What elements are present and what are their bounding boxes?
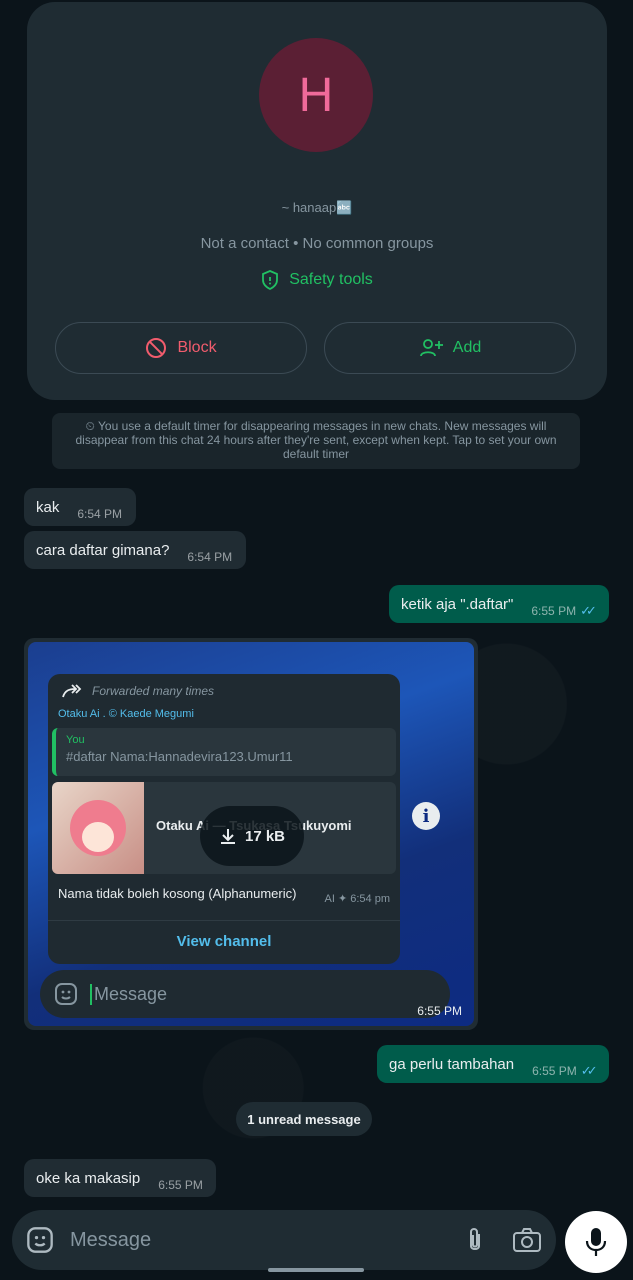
message-time: 6:55 PM xyxy=(158,1178,203,1192)
quoted-message: You #daftar Nama:Hannadevira123.Umur11 xyxy=(52,728,396,776)
quote-author: You xyxy=(66,734,85,746)
screenshot-image[interactable]: Forwarded many times Otaku Ai . © Kaede … xyxy=(28,642,474,1026)
message-text: oke ka makasip xyxy=(36,1169,141,1187)
add-label: Add xyxy=(452,339,482,356)
contact-subtitle: Not a contact • No common groups xyxy=(200,235,434,252)
contact-info-card: H ~ hanaap🔤 Not a contact • No common gr… xyxy=(27,2,607,400)
camera-icon[interactable] xyxy=(512,1227,542,1253)
message-time: 6:55 PM xyxy=(531,604,577,618)
message-text: ga perlu tambahan xyxy=(389,1055,515,1073)
download-button: 17 kB xyxy=(200,806,304,866)
forwarded-text: Forwarded many times xyxy=(92,684,215,698)
screenshot-input-placeholder: Message xyxy=(90,983,167,1005)
home-indicator xyxy=(268,1268,364,1272)
attach-icon[interactable] xyxy=(462,1226,488,1254)
forwarded-message-card: Forwarded many times Otaku Ai . © Kaede … xyxy=(48,674,400,964)
download-icon xyxy=(220,829,235,844)
safety-tools-label: Safety tools xyxy=(289,271,373,288)
forward-icon xyxy=(62,684,82,698)
unread-messages-divider: 1 unread message xyxy=(236,1102,372,1136)
forwarded-message-text: Nama tidak boleh kosong (Alphanumeric) xyxy=(58,886,297,901)
message-text: kak xyxy=(36,498,60,516)
block-label: Block xyxy=(177,339,217,356)
contact-handle: ~ hanaap🔤 xyxy=(281,200,353,215)
safety-tools-link[interactable]: Safety tools xyxy=(27,270,607,290)
sticker-icon xyxy=(55,983,77,1005)
voice-record-button[interactable] xyxy=(565,1211,627,1273)
message-time: 6:54 PM xyxy=(77,507,123,521)
message-text: cara daftar gimana? xyxy=(36,541,170,559)
quote-text: #daftar Nama:Hannadevira123.Umur11 xyxy=(66,749,293,764)
message-bubble-incoming[interactable]: kak 6:54 PM xyxy=(24,488,136,526)
anime-thumbnail xyxy=(52,782,144,874)
message-time: 6:55 PM xyxy=(532,1064,577,1078)
message-time: 6:54 PM xyxy=(187,550,233,564)
add-person-icon xyxy=(419,339,443,357)
message-input[interactable]: Message xyxy=(70,1229,462,1252)
message-bubble-incoming[interactable]: oke ka makasip 6:55 PM xyxy=(24,1159,216,1197)
download-size: 17 kB xyxy=(244,827,286,845)
message-bubble-incoming[interactable]: cara daftar gimana? 6:54 PM xyxy=(24,531,246,569)
message-text: ketik aja ".daftar" xyxy=(401,595,514,613)
add-contact-button[interactable]: Add xyxy=(324,322,576,374)
channel-source: Otaku Ai . © Kaede Megumi xyxy=(58,708,194,720)
info-icon: i xyxy=(412,802,440,830)
message-time: 6:55 PM xyxy=(417,1004,462,1018)
block-icon xyxy=(146,338,167,358)
disappearing-messages-notice[interactable]: ⏲ You use a default timer for disappeari… xyxy=(52,413,580,469)
view-channel-link: View channel xyxy=(48,920,400,961)
microphone-icon xyxy=(585,1228,607,1256)
forwarded-message-meta: AI ✦ 6:54 pm xyxy=(324,893,390,905)
shield-icon xyxy=(262,270,279,290)
read-receipt-icon: ✓✓ xyxy=(580,1063,598,1078)
message-input-bar[interactable]: Message xyxy=(12,1210,556,1270)
forwarded-label: Forwarded many times xyxy=(62,684,214,698)
message-bubble-outgoing[interactable]: ga perlu tambahan 6:55 PM ✓✓ xyxy=(377,1045,609,1083)
screenshot-input-bar: Message xyxy=(40,970,450,1018)
block-button[interactable]: Block xyxy=(55,322,307,374)
image-message[interactable]: Forwarded many times Otaku Ai . © Kaede … xyxy=(24,638,478,1030)
sticker-icon[interactable] xyxy=(26,1226,54,1254)
message-bubble-outgoing[interactable]: ketik aja ".daftar" 6:55 PM ✓✓ xyxy=(389,585,609,623)
contact-avatar[interactable]: H xyxy=(259,38,373,152)
media-preview: Otaku Ai — Tsukasa Tsukuyomi 17 kB xyxy=(52,782,396,874)
read-receipt-icon: ✓✓ xyxy=(580,603,597,618)
